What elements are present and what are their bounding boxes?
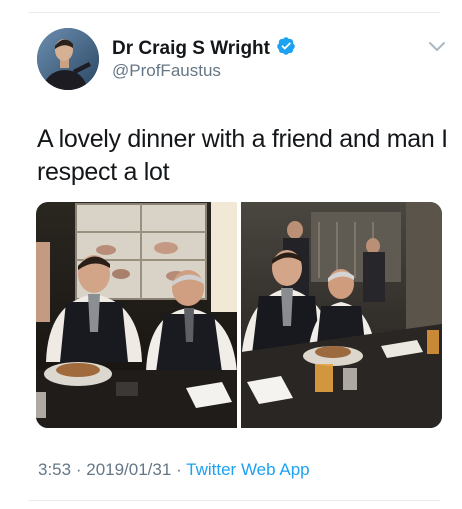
verified-badge-icon: [276, 36, 296, 61]
meta-separator: ·: [75, 460, 82, 479]
top-divider: [28, 12, 440, 13]
chevron-down-icon[interactable]: [428, 40, 446, 52]
tweet-media: [36, 202, 442, 428]
author-display-name[interactable]: Dr Craig S Wright: [112, 38, 270, 60]
source-app-link[interactable]: Twitter Web App: [186, 460, 309, 479]
author-avatar[interactable]: [37, 28, 99, 90]
avatar-image: [37, 28, 99, 90]
bottom-divider: [28, 500, 440, 501]
tweet-metadata: 3:53 · 2019/01/31 · Twitter Web App: [38, 460, 310, 480]
author-name-row: Dr Craig S Wright: [112, 36, 296, 61]
dinner-photo-left[interactable]: [36, 202, 237, 428]
author-handle[interactable]: @ProfFaustus: [112, 61, 221, 81]
dinner-photo-right[interactable]: [241, 202, 442, 428]
meta-separator: ·: [176, 460, 182, 479]
tweet-text: A lovely dinner with a friend and man I …: [37, 125, 448, 186]
tweet-time[interactable]: 3:53: [38, 460, 71, 479]
tweet-date[interactable]: 2019/01/31: [86, 460, 171, 479]
